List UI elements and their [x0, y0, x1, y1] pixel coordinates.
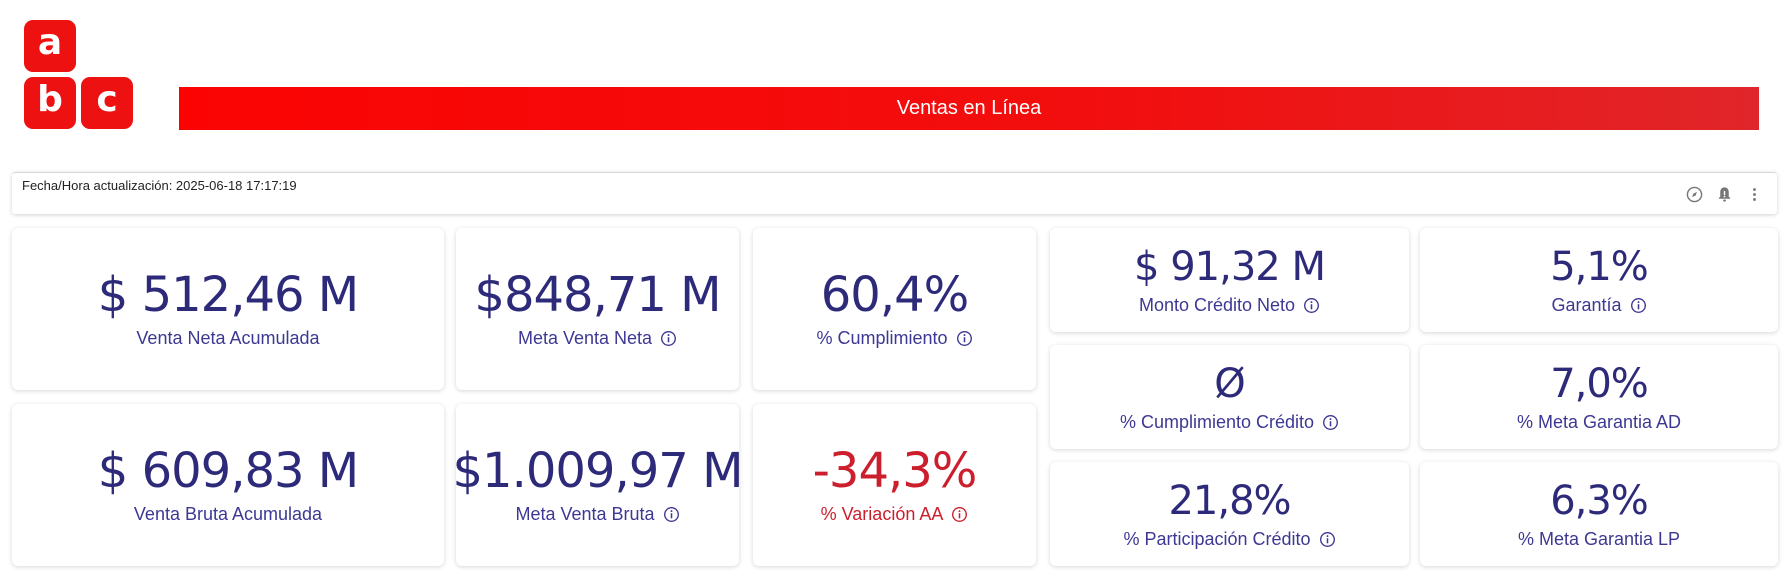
kpi-label: % Variación AA — [821, 504, 969, 525]
kpi-value: Ø — [1214, 360, 1246, 407]
kpi-value: 60,4% — [820, 267, 969, 324]
kpi-label-text: Venta Bruta Acumulada — [133, 503, 323, 524]
kpi-card-cumplimiento[interactable]: 60,4% % Cumplimiento — [753, 228, 1036, 390]
kpi-card-meta-garantia-lp[interactable]: 6,3% % Meta Garantia LP — [1420, 462, 1778, 566]
kpi-value: $1.009,97 M — [452, 443, 744, 500]
kpi-label: Meta Venta Neta — [518, 328, 677, 349]
kpi-label-text: Monto Crédito Neto — [1138, 294, 1296, 315]
kpi-label: % Cumplimiento Crédito — [1120, 412, 1339, 433]
kpi-label-text: % Participación Crédito — [1123, 528, 1311, 549]
kpi-label-text: % Cumplimiento Crédito — [1119, 411, 1315, 432]
logo-tile-b: b — [24, 77, 76, 129]
logo-tile-c: c — [81, 77, 133, 129]
kpi-card-variacion-aa[interactable]: -34,3% % Variación AA — [753, 404, 1036, 566]
info-icon[interactable] — [951, 506, 968, 523]
kpi-label: Venta Bruta Acumulada — [134, 504, 322, 525]
kpi-label: Venta Neta Acumulada — [136, 328, 319, 349]
more-vertical-icon[interactable] — [1745, 185, 1763, 203]
logo-tile-a: a — [24, 20, 76, 72]
last-update-text: Fecha/Hora actualización: 2025-06-18 17:… — [22, 178, 297, 193]
kpi-card-cumplimiento-credito[interactable]: Ø % Cumplimiento Crédito — [1050, 345, 1409, 449]
kpi-value: 6,3% — [1550, 477, 1649, 524]
update-info-panel: Fecha/Hora actualización: 2025-06-18 17:… — [12, 172, 1777, 214]
kpi-label: Meta Venta Bruta — [515, 504, 679, 525]
kpi-label: % Meta Garantia AD — [1517, 412, 1681, 433]
kpi-value: $848,71 M — [474, 267, 721, 324]
info-icon[interactable] — [1322, 414, 1339, 431]
kpi-card-monto-credito-neto[interactable]: $ 91,32 M Monto Crédito Neto — [1050, 228, 1409, 332]
page-title: Ventas en Línea — [896, 97, 1042, 119]
kpi-card-garantia[interactable]: 5,1% Garantía — [1420, 228, 1778, 332]
kpi-label-text: Venta Neta Acumulada — [136, 327, 320, 348]
kpi-value: $ 91,32 M — [1134, 243, 1326, 290]
kpi-card-participacion-credito[interactable]: 21,8% % Participación Crédito — [1050, 462, 1409, 566]
kpi-label-text: Meta Venta Bruta — [515, 503, 655, 524]
panel-toolbar — [1685, 185, 1763, 203]
kpi-label: % Meta Garantia LP — [1518, 529, 1680, 550]
kpi-value: -34,3% — [812, 443, 978, 500]
info-icon[interactable] — [1630, 297, 1647, 314]
kpi-label: % Cumplimiento — [816, 328, 972, 349]
alert-bell-icon[interactable] — [1715, 185, 1733, 203]
kpi-value: $ 512,46 M — [97, 267, 359, 324]
kpi-label: Garantía — [1551, 295, 1646, 316]
info-icon[interactable] — [956, 330, 973, 347]
info-icon[interactable] — [660, 330, 677, 347]
kpi-label-text: Meta Venta Neta — [517, 327, 653, 348]
info-icon[interactable] — [663, 506, 680, 523]
kpi-label: Monto Crédito Neto — [1139, 295, 1320, 316]
kpi-label-text: Garantía — [1551, 294, 1622, 315]
compass-icon[interactable] — [1685, 185, 1703, 203]
kpi-label: % Participación Crédito — [1123, 529, 1335, 550]
kpi-card-meta-venta-bruta[interactable]: $1.009,97 M Meta Venta Bruta — [453, 404, 743, 566]
kpi-value: $ 609,83 M — [97, 443, 359, 500]
kpi-card-venta-bruta[interactable]: $ 609,83 M Venta Bruta Acumulada — [12, 404, 444, 566]
kpi-value: 21,8% — [1168, 477, 1291, 524]
kpi-label-text: % Meta Garantia LP — [1517, 528, 1681, 549]
kpi-card-meta-venta-neta[interactable]: $848,71 M Meta Venta Neta — [456, 228, 739, 390]
kpi-label-text: % Cumplimiento — [816, 327, 948, 348]
kpi-label-text: % Meta Garantia AD — [1516, 411, 1682, 432]
info-icon[interactable] — [1303, 297, 1320, 314]
kpi-label-text: % Variación AA — [820, 503, 944, 524]
page-title-bar: Ventas en Línea — [179, 87, 1759, 130]
kpi-value: 5,1% — [1550, 243, 1649, 290]
kpi-card-meta-garantia-ad[interactable]: 7,0% % Meta Garantia AD — [1420, 345, 1778, 449]
kpi-value: 7,0% — [1550, 360, 1649, 407]
info-icon[interactable] — [1319, 531, 1336, 548]
abc-logo: a b c — [24, 20, 134, 130]
kpi-card-venta-neta[interactable]: $ 512,46 M Venta Neta Acumulada — [12, 228, 444, 390]
